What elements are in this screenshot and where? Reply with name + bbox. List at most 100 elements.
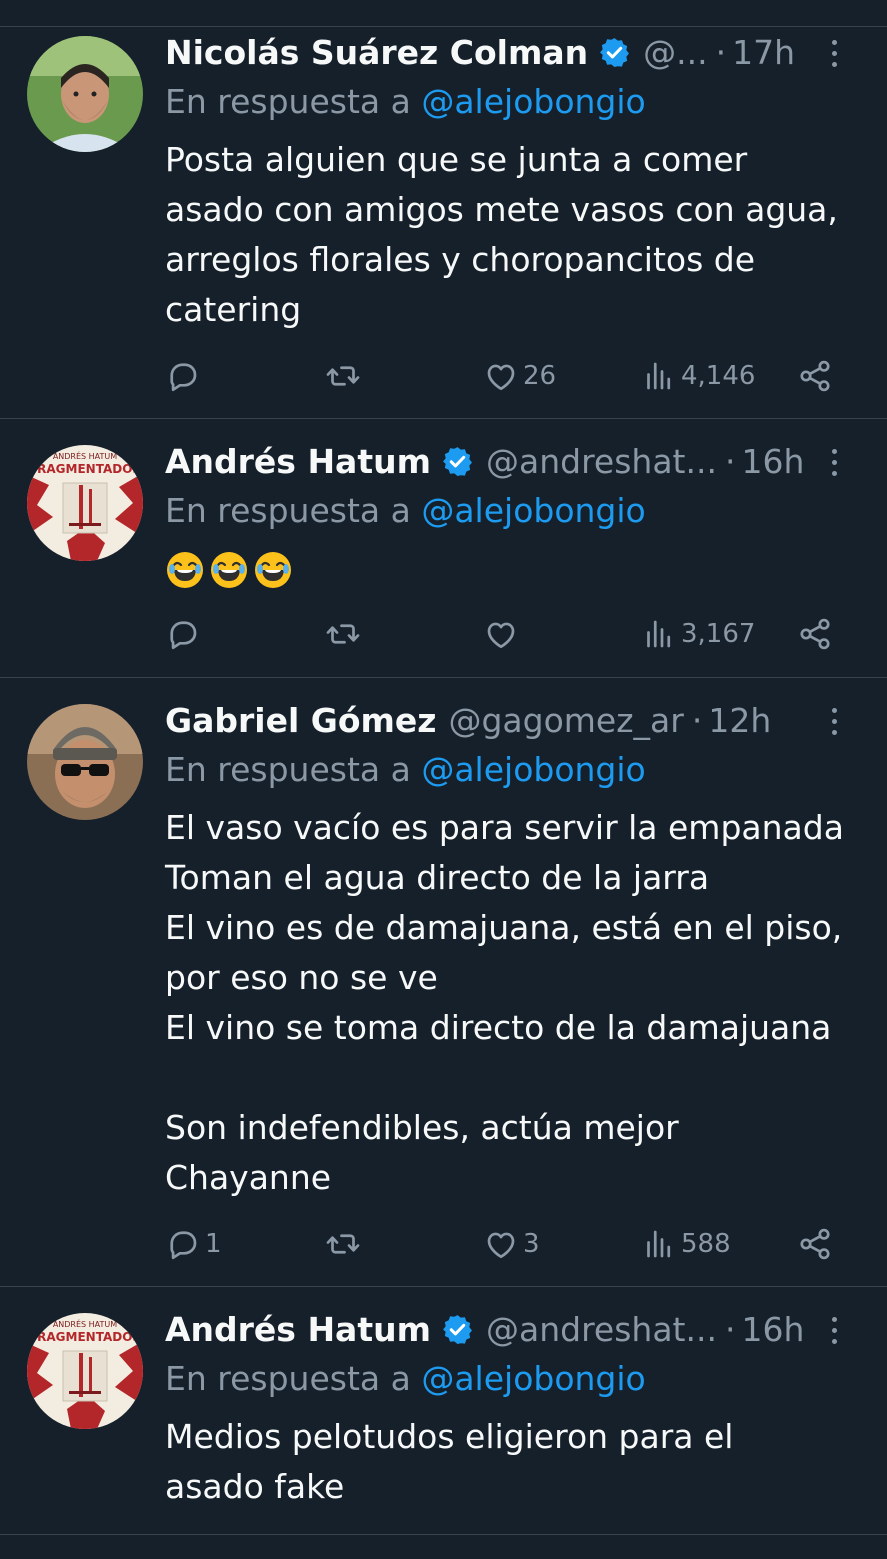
reply-prefix: En respuesta a bbox=[165, 491, 422, 530]
views-button[interactable]: 588 bbox=[641, 1224, 731, 1264]
divider bbox=[0, 1286, 887, 1287]
view-count: 588 bbox=[681, 1229, 731, 1259]
like-button[interactable]: 26 bbox=[483, 356, 556, 396]
reply-button[interactable]: 1 bbox=[165, 1224, 222, 1264]
reply-button[interactable] bbox=[165, 614, 205, 654]
like-button[interactable] bbox=[483, 614, 523, 654]
vertical-dots-icon bbox=[831, 40, 837, 45]
tweet-text: El vaso vacío es para servir la empanada… bbox=[165, 808, 844, 1197]
like-count: 26 bbox=[523, 361, 557, 391]
retweet-arrows-icon bbox=[325, 616, 361, 652]
tweet-header: Nicolás Suárez Colman @... · 17h bbox=[165, 26, 857, 78]
author-name[interactable]: Andrés Hatum bbox=[165, 442, 431, 481]
book-author: ANDRÉS HATUM bbox=[53, 450, 117, 461]
retweet-arrows-icon bbox=[325, 1226, 361, 1262]
mention-link[interactable]: @alejobongio bbox=[421, 1359, 645, 1398]
book-cover-icon: ANDRÉS HATUM FRAGMENTADOS bbox=[27, 1313, 143, 1429]
avatar[interactable] bbox=[27, 36, 143, 152]
author-handle[interactable]: @andreshat... bbox=[486, 1310, 717, 1349]
author-name[interactable]: Nicolás Suárez Colman bbox=[165, 33, 588, 72]
book-title: FRAGMENTADOS bbox=[29, 462, 141, 476]
mention-link[interactable]: @alejobongio bbox=[421, 750, 645, 789]
reply-button[interactable] bbox=[165, 356, 205, 396]
action-bar: 3,167 bbox=[165, 614, 845, 654]
man-sunglasses-beanie-photo-icon bbox=[27, 704, 143, 820]
author-handle[interactable]: @andreshat... bbox=[486, 442, 717, 481]
heart-icon bbox=[483, 1226, 519, 1262]
book-author: ANDRÉS HATUM bbox=[53, 1318, 117, 1329]
tweet-header: Andrés Hatum @andreshat... · 16h bbox=[165, 435, 857, 487]
reply-context: En respuesta a @alejobongio bbox=[165, 1359, 646, 1398]
verified-badge-icon bbox=[441, 1313, 474, 1346]
tweet-header: Gabriel Gómez @gagomez_ar · 12h bbox=[165, 694, 857, 746]
retweet-button[interactable] bbox=[325, 614, 361, 654]
heart-icon bbox=[483, 358, 519, 394]
vertical-dots-icon bbox=[831, 449, 837, 454]
retweet-button[interactable] bbox=[325, 356, 361, 396]
mention-link[interactable]: @alejobongio bbox=[421, 82, 645, 121]
views-button[interactable]: 3,167 bbox=[641, 614, 755, 654]
view-count: 4,146 bbox=[681, 361, 756, 391]
tweet-text: Medios pelotudos eligieron para el asado… bbox=[165, 1417, 734, 1506]
bar-chart-icon bbox=[641, 1226, 677, 1262]
action-bar: 26 4,146 bbox=[165, 356, 845, 396]
reply-context: En respuesta a @alejobongio bbox=[165, 750, 646, 789]
share-nodes-icon bbox=[797, 1226, 833, 1262]
avatar[interactable]: ANDRÉS HATUM FRAGMENTADOS bbox=[27, 445, 143, 561]
action-bar: 1 3 588 bbox=[165, 1224, 845, 1264]
separator: · bbox=[724, 1309, 736, 1349]
more-options-button[interactable] bbox=[819, 708, 849, 742]
man-beard-photo-icon bbox=[27, 36, 143, 152]
timestamp[interactable]: 17h bbox=[732, 33, 795, 72]
share-nodes-icon bbox=[797, 358, 833, 394]
bar-chart-icon bbox=[641, 616, 677, 652]
book-title: FRAGMENTADOS bbox=[29, 1330, 141, 1344]
more-options-button[interactable] bbox=[819, 1317, 849, 1351]
tweet-header: Andrés Hatum @andreshat... · 16h bbox=[165, 1303, 857, 1355]
divider bbox=[0, 418, 887, 419]
retweet-arrows-icon bbox=[325, 358, 361, 394]
speech-bubble-icon bbox=[165, 616, 201, 652]
share-button[interactable] bbox=[797, 356, 833, 396]
book-cover-icon: ANDRÉS HATUM FRAGMENTADOS bbox=[27, 445, 143, 561]
share-button[interactable] bbox=[797, 614, 833, 654]
heart-icon bbox=[483, 616, 519, 652]
author-name[interactable]: Gabriel Gómez bbox=[165, 701, 436, 740]
reply-context: En respuesta a @alejobongio bbox=[165, 82, 646, 121]
verified-badge-icon bbox=[598, 36, 631, 69]
timestamp[interactable]: 16h bbox=[741, 1310, 804, 1349]
tweet-text: 😂😂😂 bbox=[165, 550, 297, 590]
tweet-text: Posta alguien que se junta a comer asado… bbox=[165, 140, 838, 329]
views-button[interactable]: 4,146 bbox=[641, 356, 755, 396]
mention-link[interactable]: @alejobongio bbox=[421, 491, 645, 530]
vertical-dots-icon bbox=[831, 708, 837, 713]
more-options-button[interactable] bbox=[819, 40, 849, 74]
timestamp[interactable]: 12h bbox=[708, 701, 771, 740]
avatar[interactable]: ANDRÉS HATUM FRAGMENTADOS bbox=[27, 1313, 143, 1429]
retweet-button[interactable] bbox=[325, 1224, 361, 1264]
verified-badge-icon bbox=[441, 445, 474, 478]
timestamp[interactable]: 16h bbox=[741, 442, 804, 481]
author-handle[interactable]: @... bbox=[643, 33, 707, 72]
divider bbox=[0, 1534, 887, 1535]
view-count: 3,167 bbox=[681, 619, 756, 649]
like-count: 3 bbox=[523, 1229, 540, 1259]
author-name[interactable]: Andrés Hatum bbox=[165, 1310, 431, 1349]
like-button[interactable]: 3 bbox=[483, 1224, 540, 1264]
share-nodes-icon bbox=[797, 616, 833, 652]
speech-bubble-icon bbox=[165, 1226, 201, 1262]
reply-context: En respuesta a @alejobongio bbox=[165, 491, 646, 530]
more-options-button[interactable] bbox=[819, 449, 849, 483]
avatar[interactable] bbox=[27, 704, 143, 820]
divider bbox=[0, 677, 887, 678]
share-button[interactable] bbox=[797, 1224, 833, 1264]
vertical-dots-icon bbox=[831, 1317, 837, 1322]
author-handle[interactable]: @gagomez_ar bbox=[448, 701, 683, 740]
separator: · bbox=[724, 441, 736, 481]
bar-chart-icon bbox=[641, 358, 677, 394]
reply-prefix: En respuesta a bbox=[165, 1359, 422, 1398]
reply-prefix: En respuesta a bbox=[165, 82, 422, 121]
laughing-emoji-icon bbox=[253, 550, 293, 590]
speech-bubble-icon bbox=[165, 358, 201, 394]
laughing-emoji-icon bbox=[209, 550, 249, 590]
